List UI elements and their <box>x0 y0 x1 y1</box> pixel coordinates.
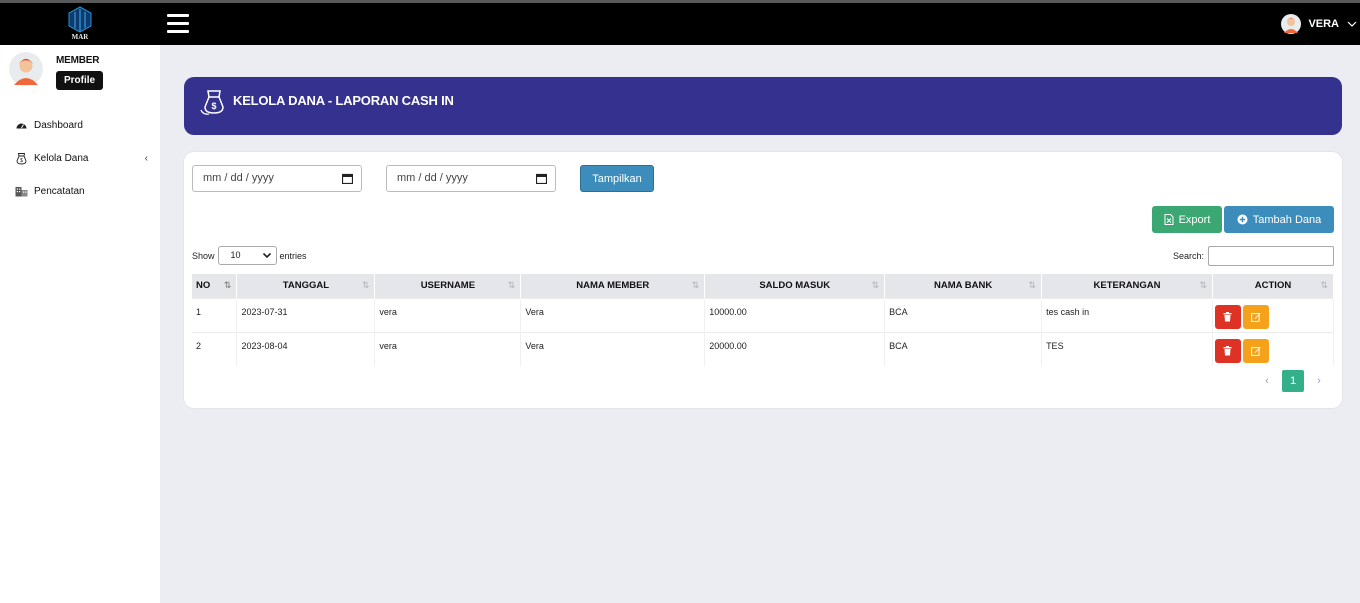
svg-text:$: $ <box>20 158 23 164</box>
edit-icon <box>1251 312 1261 322</box>
chevron-down-icon <box>1347 21 1357 27</box>
column-header-action[interactable]: ACTION ⇅ <box>1212 274 1335 298</box>
logo-text: MAR <box>72 33 90 41</box>
sort-asc-icon: ⇅ <box>223 280 232 290</box>
chevron-down-icon <box>262 252 271 259</box>
sort-icon: ⇅ <box>1320 280 1328 290</box>
logo-icon: MAR <box>68 6 92 41</box>
cash-in-table: NO ⇅ TANGGAL ⇅ USERNAME ⇅ NAMA MEMBER ⇅ SALD… <box>192 274 1335 366</box>
sidebar-item-label: Dashboard <box>34 119 83 131</box>
table-header-row: NO ⇅ TANGGAL ⇅ USERNAME ⇅ NAMA MEMBER ⇅ SALD… <box>192 274 1335 298</box>
user-role: MEMBER <box>56 55 100 66</box>
edit-icon <box>1251 346 1261 356</box>
delete-button[interactable] <box>1214 338 1241 363</box>
column-header-nama-bank[interactable]: NAMA BANK ⇅ <box>884 274 1043 298</box>
entries-length-control: Show 10 entries <box>192 246 307 265</box>
delete-button[interactable] <box>1214 304 1241 329</box>
cell-username: vera <box>374 332 522 366</box>
pagination-page-1[interactable]: 1 <box>1282 370 1304 392</box>
show-label: Show <box>192 250 215 261</box>
date-placeholder: mm / dd / yyyy <box>203 172 274 184</box>
page-title: KELOLA DANA - LAPORAN CASH IN <box>233 93 454 108</box>
cell-username: vera <box>374 298 522 332</box>
cell-nama-bank: BCA <box>884 298 1043 332</box>
cell-action <box>1212 332 1335 366</box>
date-to-input[interactable]: mm / dd / yyyy <box>386 165 556 192</box>
plus-circle-icon <box>1237 214 1248 225</box>
sidebar: MEMBER Profile Dashboard $ Kelola Dana ‹… <box>0 45 160 603</box>
trash-icon <box>1223 311 1232 321</box>
report-card: mm / dd / yyyy mm / dd / yyyy Tampilkan … <box>184 152 1342 408</box>
user-menu[interactable]: VERA <box>1280 12 1357 36</box>
cell-saldo-masuk: 10000.00 <box>704 298 886 332</box>
money-bag-icon: $ <box>14 151 28 165</box>
cell-nama-member: Vera <box>520 298 706 332</box>
cell-no: 1 <box>192 298 238 332</box>
cell-tanggal: 2023-07-31 <box>236 298 376 332</box>
page-header-banner: $ KELOLA DANA - LAPORAN CASH IN <box>184 77 1342 135</box>
add-fund-label: Tambah Dana <box>1252 213 1322 226</box>
chevron-left-icon: ‹ <box>144 152 148 164</box>
sidebar-item-pencatatan[interactable]: Pencatatan <box>14 183 154 199</box>
add-fund-button[interactable]: Tambah Dana <box>1224 206 1334 233</box>
cell-tanggal: 2023-08-04 <box>236 332 376 366</box>
sort-icon: ⇅ <box>1199 280 1207 290</box>
cell-keterangan: tes cash in <box>1041 298 1213 332</box>
edit-button[interactable] <box>1242 304 1269 329</box>
table-search: Search: <box>1173 246 1334 266</box>
profile-button[interactable]: Profile <box>56 71 104 90</box>
user-name: VERA <box>1308 18 1339 30</box>
pagination: ‹ 1 › <box>1256 370 1330 392</box>
search-label: Search: <box>1172 251 1204 261</box>
column-header-saldo-masuk[interactable]: SALDO MASUK ⇅ <box>704 274 886 298</box>
entries-value: 10 <box>230 250 241 260</box>
edit-button[interactable] <box>1242 338 1269 363</box>
cell-saldo-masuk: 20000.00 <box>704 332 886 366</box>
cell-action <box>1212 298 1335 332</box>
money-bag-icon: $ <box>200 90 224 115</box>
sidebar-item-label: Kelola Dana <box>34 152 89 164</box>
sort-icon: ⇅ <box>691 280 700 290</box>
dashboard-icon <box>14 118 28 132</box>
table-row: 2 2023-08-04 vera Vera 20000.00 BCA TES <box>192 332 1335 366</box>
cell-nama-member: Vera <box>520 332 706 366</box>
building-icon <box>14 184 28 198</box>
sidebar-item-label: Pencatatan <box>34 185 85 197</box>
export-button[interactable]: Export <box>1152 206 1222 233</box>
cell-keterangan: TES <box>1041 332 1213 366</box>
avatar <box>9 52 43 86</box>
entries-select[interactable]: 10 <box>217 246 277 265</box>
excel-file-icon <box>1164 214 1174 225</box>
sort-icon: ⇅ <box>1028 280 1037 290</box>
cell-no: 2 <box>192 332 238 366</box>
top-navbar: MAR VERA <box>0 3 1360 45</box>
export-label: Export <box>1178 213 1211 226</box>
cell-nama-bank: BCA <box>884 332 1043 366</box>
table-row: 1 2023-07-31 vera Vera 10000.00 BCA tes … <box>192 298 1335 332</box>
sidebar-item-kelola-dana[interactable]: $ Kelola Dana ‹ <box>14 150 154 166</box>
column-header-nama-member[interactable]: NAMA MEMBER ⇅ <box>520 274 706 298</box>
pagination-next-button[interactable]: › <box>1308 370 1330 392</box>
date-placeholder: mm / dd / yyyy <box>397 172 468 184</box>
pagination-prev-button[interactable]: ‹ <box>1256 370 1278 392</box>
column-header-keterangan[interactable]: KETERANGAN ⇅ <box>1041 274 1213 298</box>
column-header-username[interactable]: USERNAME ⇅ <box>374 274 522 298</box>
menu-toggle-button[interactable] <box>167 14 189 34</box>
calendar-icon[interactable] <box>342 173 353 184</box>
entries-label: entries <box>279 250 307 261</box>
search-input[interactable] <box>1208 246 1334 266</box>
avatar <box>1281 14 1302 34</box>
sort-icon: ⇅ <box>361 280 370 290</box>
calendar-icon[interactable] <box>536 173 547 184</box>
show-button[interactable]: Tampilkan <box>580 165 654 192</box>
sort-icon: ⇅ <box>507 280 516 290</box>
column-header-tanggal[interactable]: TANGGAL ⇅ <box>236 274 376 298</box>
trash-icon <box>1223 345 1232 355</box>
sort-icon: ⇅ <box>871 280 880 290</box>
sidebar-item-dashboard[interactable]: Dashboard <box>14 117 154 133</box>
column-header-no[interactable]: NO ⇅ <box>192 274 238 298</box>
svg-text:$: $ <box>211 101 216 111</box>
date-from-input[interactable]: mm / dd / yyyy <box>192 165 362 192</box>
